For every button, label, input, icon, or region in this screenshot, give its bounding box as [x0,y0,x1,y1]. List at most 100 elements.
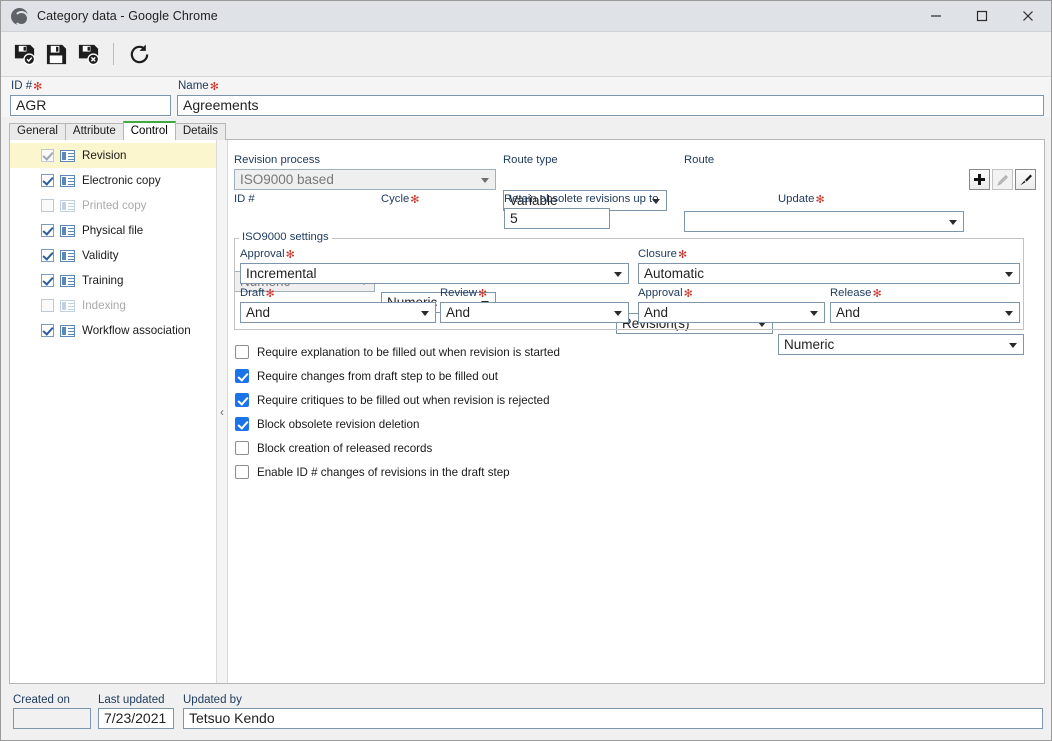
updated-by-input[interactable] [183,708,1043,729]
option-enable-id-changes[interactable]: Enable ID # changes of revisions in the … [235,465,510,479]
iso-review-label: Review✻ [440,287,487,300]
id-input[interactable] [10,95,171,116]
route-pick-button[interactable] [1015,169,1036,190]
retain-count-input[interactable] [504,208,610,229]
title-bar: Category data - Google Chrome [1,1,1051,32]
checkbox-icon[interactable] [41,174,54,187]
identity-row: ID #✻ Name✻ [1,77,1051,117]
iso-review-select[interactable]: And [440,302,629,323]
sidebar-item-label: Indexing [82,299,126,312]
checkbox-icon[interactable] [41,149,54,162]
sidebar-item-physical-file[interactable]: Physical file [10,218,216,243]
route-type-label: Route type [503,154,558,166]
feature-list-sidebar: Revision Electronic copy Printed copy Ph… [10,140,217,683]
checkbox-icon[interactable] [235,417,249,431]
chevron-down-icon [614,310,622,316]
list-icon [60,249,75,262]
sidebar-item-label: Validity [82,249,119,262]
refresh-button[interactable] [124,38,154,70]
toolbar-separator [113,43,114,65]
tab-general[interactable]: General [9,123,66,140]
route-add-button[interactable] [969,169,990,190]
iso-approval-select[interactable]: And [638,302,825,323]
minimize-button[interactable] [913,1,959,32]
checkbox-icon[interactable] [41,249,54,262]
maximize-button[interactable] [959,1,1005,32]
iso-draft-select[interactable]: And [240,302,436,323]
iso-closure-select[interactable]: Automatic [638,263,1020,284]
chevron-down-icon [1009,342,1017,348]
retain-label: Retain obsolete revisions up to [504,193,659,205]
sidebar-item-printed-copy[interactable]: Printed copy [10,193,216,218]
last-updated-input[interactable] [98,708,174,729]
required-marker-icon: ✻ [478,288,488,300]
list-icon [60,199,75,212]
iso-approval-value: And [644,305,669,320]
option-block-obsolete-deletion[interactable]: Block obsolete revision deletion [235,417,419,431]
sidebar-collapse-handle[interactable]: ‹ [217,140,228,683]
sidebar-item-validity[interactable]: Validity [10,243,216,268]
sidebar-item-label: Printed copy [82,199,147,212]
tab-control[interactable]: Control [122,121,176,140]
checkbox-icon[interactable] [41,324,54,337]
iso-release-select[interactable]: And [830,302,1020,323]
checkbox-icon[interactable] [41,299,54,312]
checkbox-icon[interactable] [235,393,249,407]
option-require-critiques[interactable]: Require critiques to be filled out when … [235,393,550,407]
revision-process-value: ISO9000 based [240,172,334,187]
option-label: Require explanation to be filled out whe… [257,345,560,359]
last-updated-label: Last updated [98,694,165,706]
sidebar-item-label: Revision [82,149,127,162]
option-require-changes[interactable]: Require changes from draft step to be fi… [235,369,498,383]
name-input[interactable] [177,95,1044,116]
application-window: Category data - Google Chrome ID #✻ AGR … [0,0,1052,741]
tab-attribute[interactable]: Attribute [64,123,124,140]
sidebar-item-training[interactable]: Training [10,268,216,293]
tab-details[interactable]: Details [174,123,226,140]
chevron-down-icon [481,177,489,183]
option-block-released-records[interactable]: Block creation of released records [235,441,432,455]
checkbox-icon[interactable] [41,224,54,237]
close-button[interactable] [1005,1,1051,32]
checkbox-icon[interactable] [41,274,54,287]
sidebar-item-workflow-association[interactable]: Workflow association [10,318,216,343]
checkbox-icon[interactable] [41,199,54,212]
option-label: Require changes from draft step to be fi… [257,369,499,383]
iso-draft-label: Draft✻ [240,287,275,300]
required-marker-icon: ✻ [285,249,295,261]
list-icon [60,149,75,162]
route-select[interactable] [684,211,964,232]
toolbar [1,32,1051,77]
required-marker-icon: ✻ [410,194,420,206]
route-label: Route [684,154,715,166]
sidebar-item-electronic-copy[interactable]: Electronic copy [10,168,216,193]
id-field-label: ID #✻ [11,80,42,94]
save-and-close-button[interactable] [73,38,103,70]
update-label-text: Update [778,193,815,205]
checkbox-icon[interactable] [235,345,249,359]
iso-approval-mode-label: Approval✻ [240,248,295,261]
checkbox-icon[interactable] [235,465,249,479]
revision-process-select[interactable]: ISO9000 based [234,169,496,190]
iso-approval-mode-select[interactable]: Incremental [240,263,629,284]
update-select[interactable]: Numeric [778,334,1024,355]
option-require-explanation[interactable]: Require explanation to be filled out whe… [235,345,560,359]
required-marker-icon: ✻ [209,81,219,93]
sidebar-item-indexing[interactable]: Indexing [10,293,216,318]
globe-icon [11,7,29,26]
save-button[interactable] [41,38,71,70]
cycle-label-text: Cycle [381,193,410,205]
iso-release-value: And [836,305,861,320]
updated-by-label: Updated by [183,694,242,706]
iso9000-settings-group: ISO9000 settings Approval✻ Incremental C… [234,231,1024,330]
checkbox-icon[interactable] [235,369,249,383]
iso-review-label-text: Review [440,287,478,299]
save-and-new-button[interactable] [9,38,39,70]
option-label: Require critiques to be filled out when … [257,393,550,407]
sidebar-item-revision[interactable]: Revision [10,143,216,168]
sidebar-item-label: Electronic copy [82,174,161,187]
iso-closure-label: Closure✻ [638,248,687,261]
created-on-input[interactable] [13,708,91,729]
checkbox-icon[interactable] [235,441,249,455]
required-marker-icon: ✻ [33,81,43,93]
